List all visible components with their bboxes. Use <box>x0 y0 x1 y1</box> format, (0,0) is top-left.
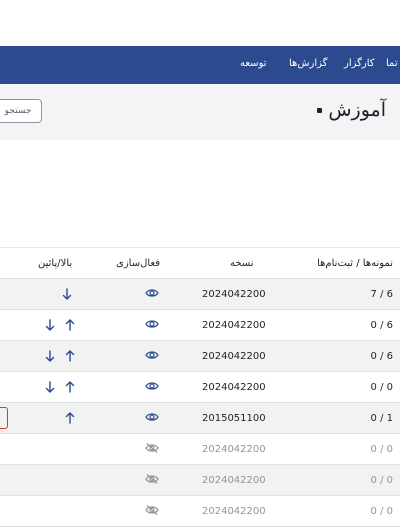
arrow-down-icon[interactable] <box>45 318 55 332</box>
version-cell: 2024042200 <box>202 289 266 300</box>
table-row: 0 / 0 2024042200 <box>0 465 400 496</box>
eye-icon[interactable] <box>145 319 159 329</box>
table-row: 0 / 0 2024042200 <box>0 372 400 403</box>
arrow-up-icon[interactable] <box>65 411 75 425</box>
ratio-cell: 0 / 0 <box>370 382 393 393</box>
ratio-cell: 0 / 1 <box>370 413 393 424</box>
column-header-ratio[interactable]: نمونه‌ها / ثبت‌نام‌ها <box>317 258 393 269</box>
top-strip <box>0 0 400 46</box>
primary-navigation: توسعه گزارش‌ها کارگزار تما <box>0 46 400 84</box>
table-header-row: نمونه‌ها / ثبت‌نام‌ها نسخه فعال‌سازی بال… <box>0 248 400 279</box>
page-title-text: آموزش <box>328 99 386 121</box>
ratio-cell: 0 / 0 <box>370 444 393 455</box>
eye-icon[interactable] <box>145 288 159 298</box>
ratio-cell: 0 / 6 <box>370 351 393 362</box>
version-cell: 2024042200 <box>202 444 266 455</box>
table-row: 0 / 0 2024042200 <box>0 434 400 465</box>
eye-slash-icon[interactable] <box>145 505 159 515</box>
column-header-order[interactable]: بالا/پائین <box>38 258 72 269</box>
version-cell: 2015051100 <box>202 413 266 424</box>
nav-item-reports[interactable]: گزارش‌ها <box>289 58 327 69</box>
nav-item-develop[interactable]: توسعه <box>240 58 267 69</box>
table-row: 0 / 6 2024042200 <box>0 310 400 341</box>
version-cell: 2024042200 <box>202 506 266 517</box>
eye-slash-icon[interactable] <box>145 474 159 484</box>
ratio-cell: 0 / 0 <box>370 475 393 486</box>
table-row: 0 / 6 2024042200 <box>0 341 400 372</box>
arrow-down-icon[interactable] <box>45 349 55 363</box>
arrow-down-icon[interactable] <box>62 287 72 301</box>
eye-slash-icon[interactable] <box>145 443 159 453</box>
eye-icon[interactable] <box>145 412 159 422</box>
arrow-up-icon[interactable] <box>65 318 75 332</box>
arrow-up-icon[interactable] <box>65 380 75 394</box>
search-button[interactable]: جستجو <box>0 99 42 123</box>
table-row: 0 / 1 2015051100 <box>0 403 400 434</box>
ratio-cell: 0 / 6 <box>370 320 393 331</box>
table-row: 7 / 6 2024042200 <box>0 279 400 310</box>
ratio-cell: 7 / 6 <box>370 289 393 300</box>
page-title: آموزش <box>313 99 386 121</box>
eye-icon[interactable] <box>145 350 159 360</box>
column-header-enable[interactable]: فعال‌سازی <box>116 258 160 269</box>
version-cell: 2024042200 <box>202 351 266 362</box>
plugins-table: نمونه‌ها / ثبت‌نام‌ها نسخه فعال‌سازی بال… <box>0 247 400 527</box>
column-header-version[interactable]: نسخه <box>230 258 254 269</box>
version-cell: 2024042200 <box>202 382 266 393</box>
version-cell: 2024042200 <box>202 320 266 331</box>
arrow-down-icon[interactable] <box>45 380 55 394</box>
page-header: آموزش <box>0 84 400 140</box>
eye-icon[interactable] <box>145 381 159 391</box>
ratio-cell: 0 / 0 <box>370 506 393 517</box>
arrow-up-icon[interactable] <box>65 349 75 363</box>
nav-item-themes[interactable]: تما <box>386 58 398 69</box>
settings-button[interactable] <box>0 407 8 429</box>
table-row: 0 / 0 2024042200 <box>0 496 400 527</box>
version-cell: 2024042200 <box>202 475 266 486</box>
nav-item-users[interactable]: کارگزار <box>344 58 375 69</box>
title-bullet <box>317 108 323 113</box>
